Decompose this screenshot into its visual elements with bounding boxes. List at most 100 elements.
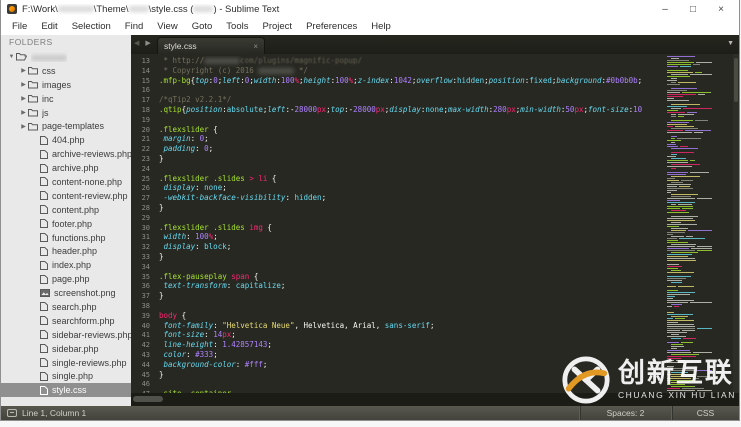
code-token: font-size	[163, 330, 205, 340]
code-line-19[interactable]: 19	[131, 115, 665, 125]
code-line-37[interactable]: 37}	[131, 291, 665, 301]
tree-item-header.php[interactable]: header.php	[1, 244, 131, 258]
chevron-down-icon[interactable]: ▼	[7, 54, 16, 60]
code-line-17[interactable]: 17/*qTip2 v2.2.1*/	[131, 95, 665, 105]
sublime-window: F:\Work\ \Theme\ \style.css () - Sublime T…	[0, 0, 740, 421]
code-token: {	[208, 124, 218, 134]
tab-prev-icon[interactable]: ◀	[134, 40, 141, 47]
tree-item-js[interactable]: ▶ js	[1, 106, 131, 120]
chevron-right-icon[interactable]: ▶	[19, 67, 28, 74]
code-token: 10	[633, 104, 643, 114]
menu-item-tools[interactable]: Tools	[219, 20, 255, 33]
tab-style-css[interactable]: style.css ×	[157, 37, 265, 54]
chevron-right-icon[interactable]: ▶	[19, 81, 28, 88]
code-line-27[interactable]: 27 -webkit-backface-visibility: hidden;	[131, 193, 665, 203]
maximize-button[interactable]: □	[679, 1, 707, 17]
code-line-39[interactable]: 39 body {	[131, 311, 665, 321]
code-line-25[interactable]: 25 .flexslider .slides > li {	[131, 174, 665, 184]
menu-item-help[interactable]: Help	[364, 20, 398, 33]
tree-item-css[interactable]: ▶ css	[1, 64, 131, 78]
tree-item-label: style.css	[52, 385, 87, 396]
chevron-right-icon[interactable]: ▶	[19, 109, 28, 116]
tab-next-icon[interactable]: ▶	[145, 40, 152, 47]
tree-item-sidebar-reviews.php[interactable]: sidebar-reviews.php	[1, 328, 131, 342]
code-line-14[interactable]: 14 * Copyright (c) 2016 */	[131, 66, 665, 76]
tree-item-single.php[interactable]: single.php	[1, 369, 131, 383]
code-line-46[interactable]: 46	[131, 379, 665, 389]
tree-item-page.php[interactable]: page.php	[1, 272, 131, 286]
tab-close-icon[interactable]: ×	[253, 42, 258, 51]
file-icon	[40, 246, 48, 256]
code-line-23[interactable]: 23}	[131, 154, 665, 164]
code-area[interactable]: 13 * http://com/plugins/magnific-popup/1…	[131, 54, 739, 393]
tree-item-screenshot.png[interactable]: screenshot.png	[1, 286, 131, 300]
tree-item-404.php[interactable]: 404.php	[1, 133, 131, 147]
code-line-36[interactable]: 36 text-transform: capitalize;	[131, 281, 665, 291]
minimize-button[interactable]: –	[651, 1, 679, 17]
tree-item-sidebar.php[interactable]: sidebar.php	[1, 342, 131, 356]
code-token: :	[213, 340, 223, 350]
tab-overflow-icon[interactable]: ▼	[727, 40, 734, 47]
tree-item-style.css[interactable]: style.css	[1, 383, 131, 398]
tree-item-archive-reviews.php[interactable]: archive-reviews.php	[1, 147, 131, 161]
menu-item-project[interactable]: Project	[255, 20, 299, 33]
menu-item-edit[interactable]: Edit	[34, 20, 64, 33]
code-line-24[interactable]: 24	[131, 164, 665, 174]
vertical-scrollbar-thumb[interactable]	[734, 58, 738, 102]
code-line-26[interactable]: 26 display: none;	[131, 183, 665, 193]
vertical-scrollbar[interactable]	[733, 54, 739, 393]
menu-item-preferences[interactable]: Preferences	[299, 20, 364, 33]
code-line-41[interactable]: 41 font-size: 14px;	[131, 330, 665, 340]
tree-item-index.php[interactable]: index.php	[1, 258, 131, 272]
tree-item-content.php[interactable]: content.php	[1, 203, 131, 217]
tree-item-inc[interactable]: ▶ inc	[1, 92, 131, 106]
code-line-28[interactable]: 28}	[131, 203, 665, 213]
chevron-right-icon[interactable]: ▶	[19, 95, 28, 102]
menu-item-selection[interactable]: Selection	[65, 20, 118, 33]
code-line-18[interactable]: 18 .qtip{position:absolute;left:-28000px;…	[131, 105, 665, 115]
code-token: sans-serif	[384, 320, 430, 330]
code-line-13[interactable]: 13 * http://com/plugins/magnific-popup/	[131, 56, 665, 66]
syntax-indicator[interactable]: CSS	[671, 406, 739, 420]
code-line-35[interactable]: 35 .flex-pauseplay span {	[131, 272, 665, 282]
code-line-31[interactable]: 31 width: 100%;	[131, 232, 665, 242]
spaces-indicator[interactable]: Spaces: 2	[579, 406, 671, 420]
code-line-20[interactable]: 20 .flexslider {	[131, 125, 665, 135]
code-line-40[interactable]: 40 font-family: "Helvetica Neue", Helvet…	[131, 321, 665, 331]
menu-item-find[interactable]: Find	[118, 20, 150, 33]
code-line-15[interactable]: 15 .mfp-bg{top:0;left:0;width:100%;height…	[131, 76, 665, 86]
code-line-43[interactable]: 43 color: #333;	[131, 350, 665, 360]
code-line-45[interactable]: 45}	[131, 370, 665, 380]
code-line-42[interactable]: 42 line-height: 1.42857143;	[131, 340, 665, 350]
tree-item-searchform.php[interactable]: searchform.php	[1, 314, 131, 328]
menu-item-file[interactable]: File	[5, 20, 34, 33]
code-line-30[interactable]: 30 .flexslider .slides img {	[131, 223, 665, 233]
tree-item-single-reviews.php[interactable]: single-reviews.php	[1, 356, 131, 370]
code-line-34[interactable]: 34	[131, 262, 665, 272]
minimap[interactable]	[666, 56, 712, 393]
menu-item-goto[interactable]: Goto	[185, 20, 220, 33]
code-line-44[interactable]: 44 background-color: #fff;	[131, 360, 665, 370]
code-line-22[interactable]: 22 padding: 0;	[131, 144, 665, 154]
tree-item-label: css	[42, 65, 56, 76]
code-line-38[interactable]: 38	[131, 301, 665, 311]
tree-item-root[interactable]: ▼	[1, 50, 131, 64]
code-line-29[interactable]: 29	[131, 213, 665, 223]
code-line-33[interactable]: 33}	[131, 252, 665, 262]
menu-item-view[interactable]: View	[150, 20, 184, 33]
code-line-16[interactable]: 16	[131, 85, 665, 95]
tree-item-page-templates[interactable]: ▶ page-templates	[1, 119, 131, 133]
chevron-right-icon[interactable]: ▶	[19, 123, 28, 130]
code-line-21[interactable]: 21 margin: 0;	[131, 134, 665, 144]
tree-item-search.php[interactable]: search.php	[1, 300, 131, 314]
horizontal-scrollbar[interactable]	[131, 393, 739, 406]
tree-item-content-review.php[interactable]: content-review.php	[1, 189, 131, 203]
tree-item-footer.php[interactable]: footer.php	[1, 217, 131, 231]
tree-item-archive.php[interactable]: archive.php	[1, 161, 131, 175]
horizontal-scrollbar-thumb[interactable]	[133, 396, 163, 402]
tree-item-images[interactable]: ▶ images	[1, 78, 131, 92]
code-line-32[interactable]: 32 display: block;	[131, 242, 665, 252]
tree-item-content-none.php[interactable]: content-none.php	[1, 175, 131, 189]
close-button[interactable]: ×	[707, 1, 735, 17]
tree-item-functions.php[interactable]: functions.php	[1, 231, 131, 245]
